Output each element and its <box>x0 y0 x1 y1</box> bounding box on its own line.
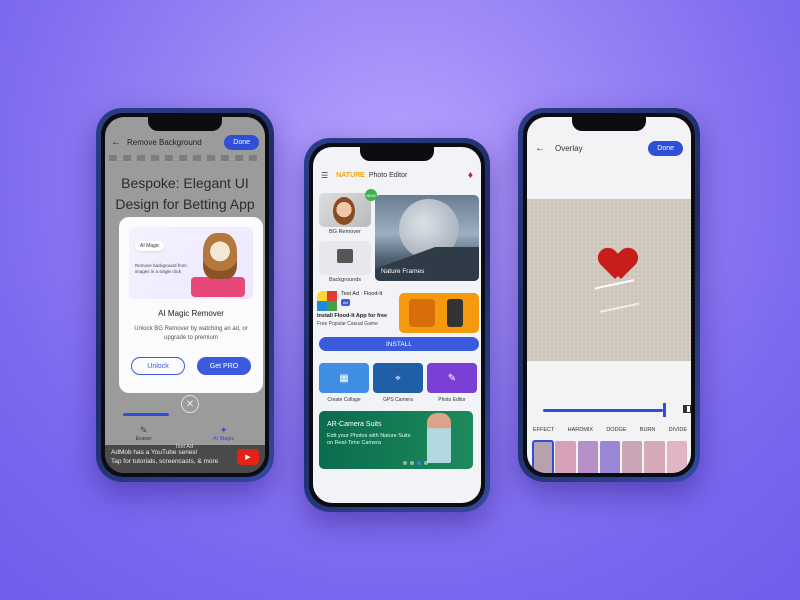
page-title: Overlay <box>555 143 583 153</box>
overlay-thumb[interactable] <box>577 441 598 473</box>
dashed-divider <box>109 155 261 161</box>
banner-title: AR-Camera Suits <box>327 421 382 428</box>
ad-banner[interactable]: Test Ad AdMob has a YouTube series! Tap … <box>105 444 265 473</box>
backgrounds-icon <box>337 249 353 263</box>
overlay-thumbnails <box>531 440 687 473</box>
blend-divide[interactable]: DIVIDE <box>669 427 687 433</box>
create-collage-label: Create Collage <box>327 397 361 403</box>
dialog-illustration: AI Magic Remove background from images i… <box>129 227 253 299</box>
notch <box>572 117 646 131</box>
overlay-thumb[interactable] <box>666 441 687 473</box>
nature-frames-card[interactable]: Nature Frames <box>375 195 479 281</box>
back-arrow-icon[interactable]: ← <box>535 143 545 154</box>
new-badge: NEW <box>365 189 377 201</box>
brand-logo: NATURE <box>336 171 365 179</box>
dog-image <box>203 233 237 279</box>
photo-editor-tile[interactable]: ✎ <box>427 363 477 393</box>
premium-gem-icon[interactable]: ♦ <box>468 170 473 181</box>
done-button[interactable]: Done <box>648 140 683 156</box>
blend-hardmix[interactable]: HARDMIX <box>568 427 593 433</box>
overlay-thumb[interactable] <box>599 441 621 473</box>
top-bar: ☰ NATURE Photo Editor ♦ <box>313 165 481 185</box>
phone-remove-background: ← Remove Background Done Bespoke: Elegan… <box>96 108 274 482</box>
backgrounds-card[interactable] <box>319 241 371 275</box>
youtube-icon: ▶ <box>237 449 259 465</box>
model-image <box>427 413 451 463</box>
canvas-text: Bespoke: Elegant UI Design for Betting A… <box>115 175 255 212</box>
gps-camera-tile[interactable]: ⌖ <box>373 363 423 393</box>
get-pro-button[interactable]: Get PRO <box>197 357 251 375</box>
app-subtitle: Photo Editor <box>368 171 408 179</box>
ai-magic-chip: AI Magic <box>135 241 165 251</box>
blend-burn[interactable]: BURN <box>640 427 656 433</box>
dialog-title: AI Magic Remover <box>158 309 224 318</box>
ai-magic-icon: ✦ <box>219 425 228 435</box>
pink-box <box>191 277 245 297</box>
ad-image[interactable] <box>399 293 479 333</box>
ar-camera-suits-banner[interactable]: AR-Camera Suits Edit your Photos with Na… <box>319 411 473 469</box>
carousel-dots <box>403 461 428 465</box>
overlay-thumb[interactable] <box>531 440 555 473</box>
overlay-thumb[interactable] <box>555 441 576 473</box>
close-icon[interactable]: ✕ <box>181 395 199 413</box>
overlay-thumb[interactable] <box>622 441 643 473</box>
nature-frames-label: Nature Frames <box>381 268 425 275</box>
compare-icon[interactable] <box>683 405 691 413</box>
test-ad-label: Test Ad <box>175 444 194 450</box>
page-title: Remove Background <box>127 137 202 147</box>
ad-tag: Ad <box>341 299 350 306</box>
mountain-image <box>375 247 479 281</box>
screen-photo-editor-home: ☰ NATURE Photo Editor ♦ NEW BG Remover B… <box>313 147 481 503</box>
phone-photo-editor-home: ☰ NATURE Photo Editor ♦ NEW BG Remover B… <box>304 138 490 512</box>
phone-image <box>447 299 463 327</box>
ad-line2: Free Popular Casual Game <box>317 321 378 327</box>
menu-icon[interactable]: ☰ <box>321 171 328 180</box>
slider-handle[interactable] <box>663 403 666 417</box>
blend-effect[interactable]: EFFECT <box>533 427 554 433</box>
heart-embroidery <box>601 249 635 279</box>
back-arrow-icon[interactable]: ← <box>111 137 121 148</box>
blend-mode-list: EFFECT HARDMIX DODGE BURN DIVIDE <box>533 427 687 433</box>
top-bar: ← Overlay Done <box>527 137 691 159</box>
illustration-text: Remove background from images in a singl… <box>135 263 187 274</box>
screen-overlay-editor: ← Overlay Done EFFECT HARDMIX DODGE BURN… <box>527 117 691 473</box>
backgrounds-label: Backgrounds <box>328 277 362 283</box>
ad-line1: Install Flood-It App for free <box>317 313 388 319</box>
gps-camera-label: GPS Camera <box>383 397 413 403</box>
thread-stitch <box>594 279 640 313</box>
top-bar: ← Remove Background Done <box>105 131 265 153</box>
done-button[interactable]: Done <box>224 134 259 150</box>
bg-remover-card[interactable] <box>319 193 371 227</box>
embroidery-photo[interactable] <box>527 199 691 361</box>
phone-overlay-editor: ← Overlay Done EFFECT HARDMIX DODGE BURN… <box>518 108 700 482</box>
flood-it-app-icon <box>317 291 337 311</box>
ad-title: Test Ad : Flood-It <box>341 291 383 297</box>
create-collage-tile[interactable]: ▦ <box>319 363 369 393</box>
screen-remove-background: ← Remove Background Done Bespoke: Elegan… <box>105 117 265 473</box>
portrait-image <box>333 197 355 225</box>
bg-remover-label: BG Remover <box>329 229 361 235</box>
photo-editor-label: Photo Editor <box>438 397 466 403</box>
game-box-image <box>409 299 435 327</box>
eraser-icon: ✎ <box>139 425 148 435</box>
blend-dodge[interactable]: DODGE <box>606 427 626 433</box>
notch <box>360 147 434 161</box>
dialog-description: Unlock BG Remover by watching an ad, or … <box>134 326 248 341</box>
opacity-slider[interactable] <box>543 409 663 412</box>
overlay-thumb[interactable] <box>644 441 665 473</box>
brush-size-slider[interactable] <box>123 413 169 416</box>
notch <box>148 117 222 131</box>
install-button[interactable]: INSTALL <box>319 337 479 351</box>
banner-subtitle: Edit your Photos with Nature Suits on Re… <box>327 433 411 446</box>
native-ad[interactable]: Test Ad : Flood-It Ad Install Flood-It A… <box>317 291 397 331</box>
unlock-button[interactable]: Unlock <box>131 357 185 375</box>
ai-magic-remover-dialog: AI Magic Remove background from images i… <box>119 217 263 393</box>
